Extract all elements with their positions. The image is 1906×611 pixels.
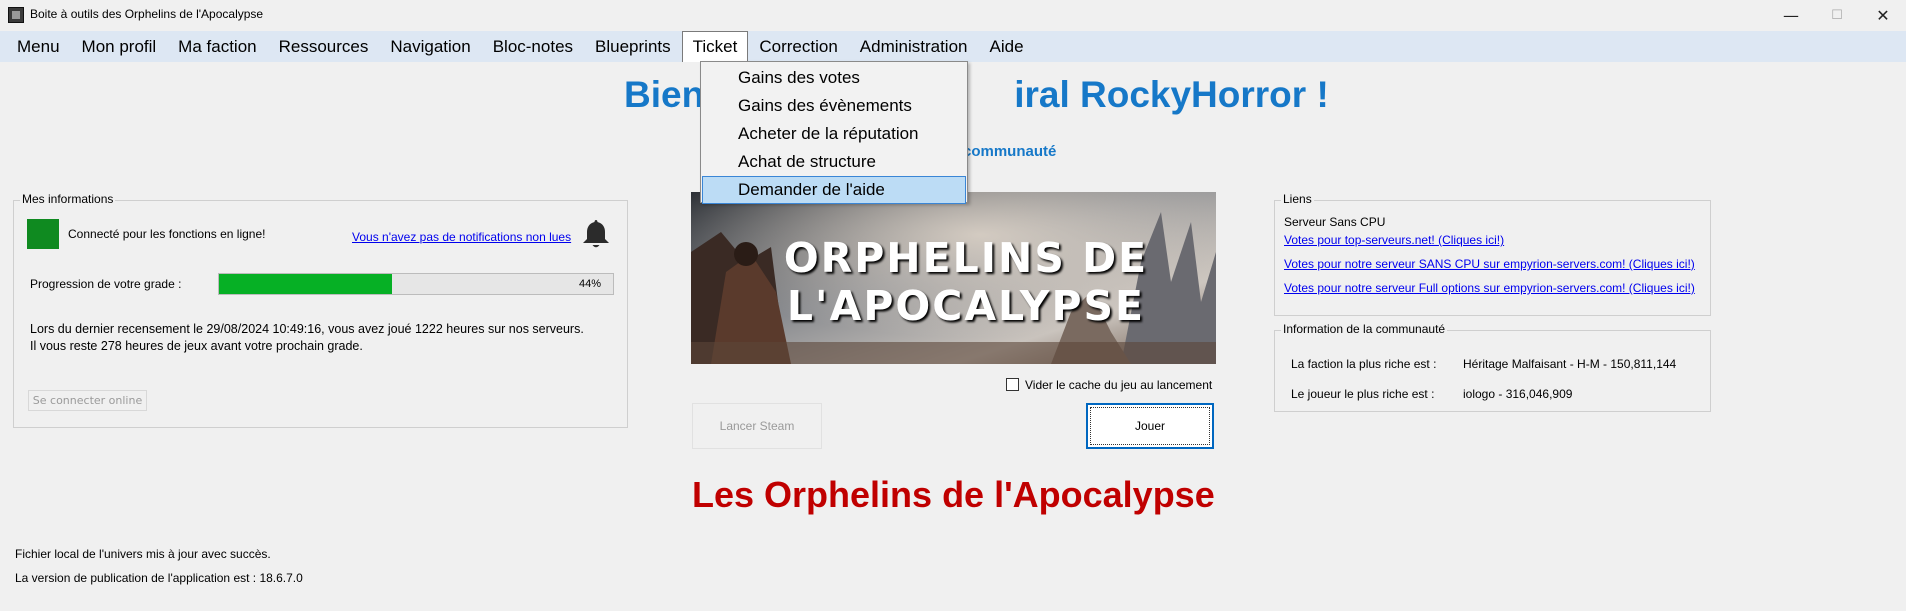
minimize-button[interactable]: — (1768, 0, 1814, 30)
progress-label: Progression de votre grade : (30, 277, 182, 291)
community-link[interactable]: communauté (963, 143, 1056, 160)
vote-link-sans-cpu[interactable]: Votes pour notre serveur SANS CPU sur em… (1284, 257, 1695, 271)
clear-cache-checkbox[interactable] (1006, 378, 1019, 391)
vote-link-top-serveurs[interactable]: Votes pour top-serveurs.net! (Cliques ic… (1284, 233, 1504, 247)
notifications-link[interactable]: Vous n'avez pas de notifications non lue… (352, 230, 571, 244)
group-title: Liens (1281, 192, 1314, 206)
census-line-1: Lors du dernier recensement le 29/08/202… (30, 322, 584, 336)
progress-percent: 44% (578, 278, 601, 290)
menu-ressources[interactable]: Ressources (268, 31, 380, 62)
title-bar[interactable]: Boite à outils des Orphelins de l'Apocal… (0, 0, 1906, 30)
menu-ma-faction[interactable]: Ma faction (167, 31, 267, 62)
vote-link-full-options[interactable]: Votes pour notre serveur Full options su… (1284, 281, 1695, 295)
community-info-group: Information de la communauté La faction … (1274, 322, 1711, 412)
file-status-text: Fichier local de l'univers mis à jour av… (15, 547, 271, 561)
launch-steam-button[interactable]: Lancer Steam (692, 403, 822, 449)
menu-bloc-notes[interactable]: Bloc-notes (482, 31, 584, 62)
dropdown-item-demander-aide[interactable]: Demander de l'aide (702, 176, 966, 204)
banner-title-line-2: L'APOCALYPSE (786, 282, 1146, 330)
window-title: Boite à outils des Orphelins de l'Apocal… (30, 7, 264, 21)
dropdown-item-acheter-reputation[interactable]: Acheter de la réputation (702, 120, 966, 148)
grade-progress-bar: 44% (218, 273, 614, 295)
mes-informations-group: Mes informations Connecté pour les fonct… (13, 192, 628, 428)
richest-player-label: Le joueur le plus riche est : (1291, 387, 1435, 401)
online-status-indicator (27, 219, 59, 249)
dropdown-item-gains-votes[interactable]: Gains des votes (702, 64, 966, 92)
richest-faction-value: Héritage Malfaisant - H-M - 150,811,144 (1463, 357, 1677, 371)
app-icon (8, 7, 24, 23)
liens-group: Liens Serveur Sans CPU Votes pour top-se… (1274, 192, 1711, 316)
menu-aide[interactable]: Aide (979, 31, 1035, 62)
banner-image: ORPHELINS DE L'APOCALYPSE (691, 192, 1216, 364)
footer-title: Les Orphelins de l'Apocalypse (692, 474, 1215, 515)
menu-correction[interactable]: Correction (748, 31, 848, 62)
menu-blueprints[interactable]: Blueprints (584, 31, 682, 62)
dropdown-item-gains-evenements[interactable]: Gains des évènements (702, 92, 966, 120)
menu-navigation[interactable]: Navigation (379, 31, 481, 62)
census-line-2: Il vous reste 278 heures de jeux avant v… (30, 339, 363, 353)
maximize-button[interactable]: ☐ (1814, 0, 1860, 30)
version-text: La version de publication de l'applicati… (15, 571, 303, 585)
menu-ticket[interactable]: Ticket (681, 31, 749, 62)
clear-cache-label[interactable]: Vider le cache du jeu au lancement (1025, 378, 1212, 392)
richest-faction-label: La faction la plus riche est : (1291, 357, 1437, 371)
menu-mon-profil[interactable]: Mon profil (71, 31, 168, 62)
welcome-end: iral RockyHorror ! (1014, 74, 1329, 115)
play-button[interactable]: Jouer (1086, 403, 1214, 449)
welcome-start: Bien (624, 74, 705, 115)
connect-online-button[interactable]: Se connecter online (28, 390, 147, 411)
richest-player-value: iologo - 316,046,909 (1463, 387, 1573, 401)
ticket-dropdown: Gains des votes Gains des évènements Ach… (700, 61, 968, 204)
menu-bar: Menu Mon profil Ma faction Ressources Na… (0, 31, 1906, 62)
bell-icon[interactable] (579, 217, 613, 251)
group-title: Information de la communauté (1281, 322, 1448, 336)
menu-administration[interactable]: Administration (849, 31, 979, 62)
online-status-text: Connecté pour les fonctions en ligne! (68, 227, 266, 241)
banner-title-line-1: ORPHELINS DE (783, 234, 1149, 282)
progress-fill (219, 274, 393, 294)
group-title: Mes informations (20, 192, 116, 206)
close-button[interactable]: ✕ (1860, 0, 1906, 30)
server-label: Serveur Sans CPU (1284, 215, 1386, 229)
dropdown-item-achat-structure[interactable]: Achat de structure (702, 148, 966, 176)
menu-menu[interactable]: Menu (6, 31, 71, 62)
